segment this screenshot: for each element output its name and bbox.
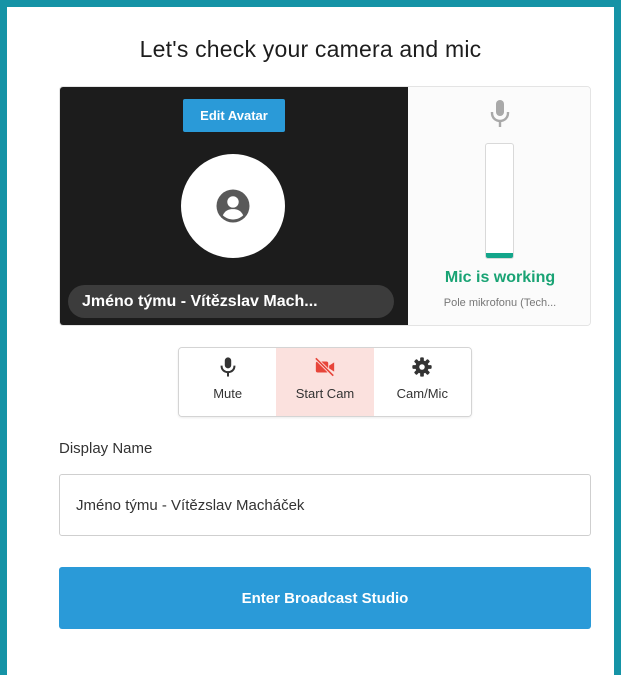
- mic-device-name: Pole mikrofonu (Tech...: [443, 297, 557, 309]
- camera-preview: Edit Avatar Jméno týmu - Vítězslav Mach.…: [60, 87, 408, 325]
- display-name-input[interactable]: [59, 474, 591, 536]
- page-title: Let's check your camera and mic: [139, 36, 482, 62]
- mic-level-fill: [486, 253, 513, 258]
- camera-off-icon: [314, 357, 335, 377]
- edit-avatar-button[interactable]: Edit Avatar: [183, 99, 285, 132]
- start-cam-button[interactable]: Start Cam: [276, 348, 374, 416]
- mute-label: Mute: [213, 386, 243, 401]
- gear-icon: [412, 357, 432, 377]
- mic-status: Mic is working: [444, 269, 556, 286]
- microphone-icon: [220, 357, 236, 377]
- enter-broadcast-studio-button[interactable]: Enter Broadcast Studio: [59, 567, 591, 629]
- cam-mic-label: Cam/Mic: [396, 386, 448, 401]
- user-circle-icon: [216, 189, 250, 223]
- start-cam-label: Start Cam: [295, 386, 355, 401]
- mic-level-meter: [485, 143, 514, 259]
- display-name-label: Display Name: [59, 440, 153, 457]
- media-controls: Mute Start Cam Cam/Mic: [178, 347, 472, 417]
- microphone-icon: [490, 100, 510, 127]
- name-tag: Jméno týmu - Vítězslav Mach...: [68, 285, 394, 318]
- mute-button[interactable]: Mute: [179, 348, 277, 416]
- cam-mic-settings-button[interactable]: Cam/Mic: [373, 348, 471, 416]
- dialog-frame: Let's check your camera and mic Edit Ava…: [0, 0, 621, 675]
- avatar: [181, 154, 285, 258]
- av-preview: Edit Avatar Jméno týmu - Vítězslav Mach.…: [59, 86, 591, 326]
- mic-panel: Mic is working Pole mikrofonu (Tech...: [408, 87, 590, 325]
